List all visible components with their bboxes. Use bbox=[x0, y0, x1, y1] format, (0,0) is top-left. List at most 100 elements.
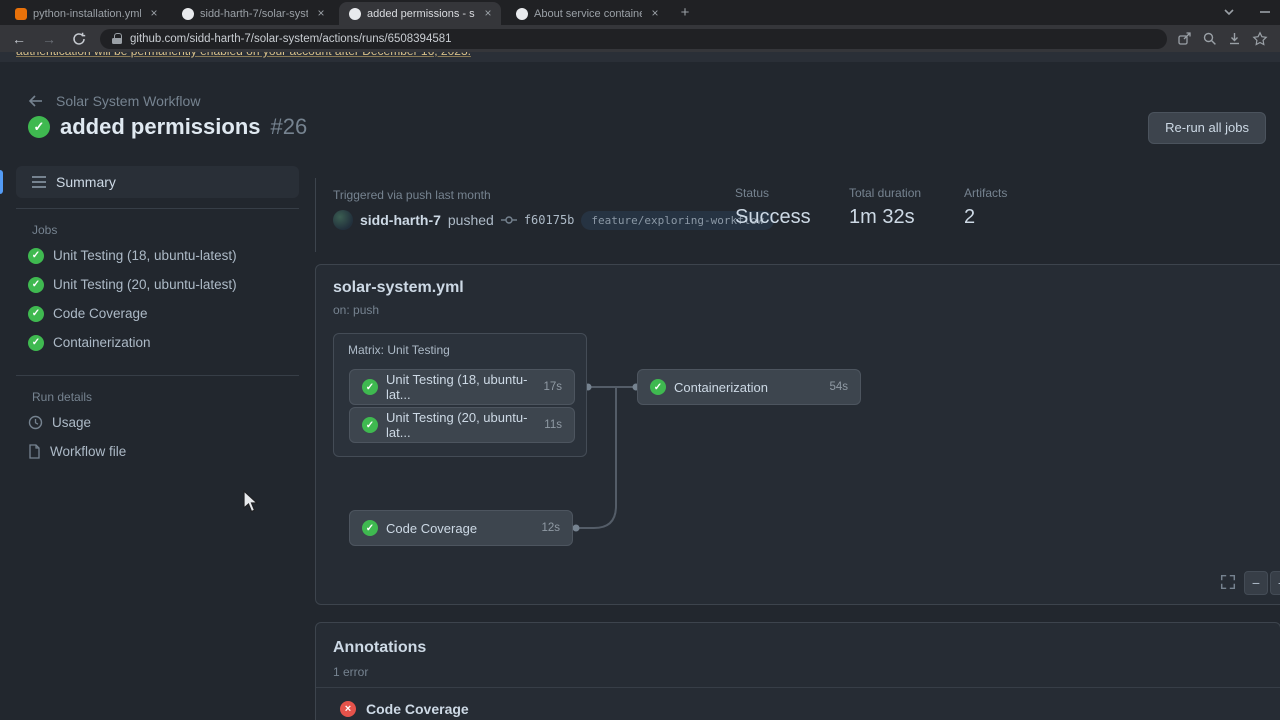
selected-accent-bar bbox=[0, 170, 3, 194]
github-favicon-icon bbox=[516, 8, 528, 20]
actor-avatar[interactable] bbox=[333, 210, 353, 230]
graph-node-unit-20[interactable]: Unit Testing (20, ubuntu-lat... 11s bbox=[349, 407, 575, 443]
usage-label: Usage bbox=[52, 415, 91, 430]
success-icon bbox=[28, 248, 44, 264]
chevron-down-icon[interactable] bbox=[1222, 4, 1236, 20]
back-arrow-icon[interactable] bbox=[28, 94, 44, 108]
file-icon bbox=[28, 444, 41, 459]
browser-tab-2[interactable]: sidd-harth-7/solar-system at fe bbox=[172, 2, 334, 25]
sidebar-item-summary[interactable]: Summary bbox=[16, 166, 299, 198]
status-value: Success bbox=[735, 206, 811, 229]
rerun-all-jobs-button[interactable]: Re-run all jobs bbox=[1148, 112, 1266, 144]
graph-node-containerization[interactable]: Containerization 54s bbox=[637, 369, 861, 405]
tab-strip: python-installation.yml - lab2 G sidd-ha… bbox=[0, 0, 1280, 25]
sidebar-item-job-code-coverage[interactable]: Code Coverage bbox=[16, 299, 299, 328]
annotations-divider bbox=[316, 687, 1280, 688]
node-duration: 12s bbox=[541, 522, 560, 534]
sidebar-item-job-containerization[interactable]: Containerization bbox=[16, 328, 299, 357]
run-details-heading: Run details bbox=[32, 390, 299, 404]
browser-tab-1[interactable]: python-installation.yml - lab2 G bbox=[5, 2, 167, 25]
lock-icon bbox=[112, 33, 122, 44]
sidebar-item-job-unit-20[interactable]: Unit Testing (20, ubuntu-latest) bbox=[16, 270, 299, 299]
duration-column: Total duration 1m 32s bbox=[849, 186, 921, 229]
tab-close-icon[interactable] bbox=[481, 7, 495, 21]
forward-button[interactable] bbox=[38, 28, 60, 50]
status-column: Status Success bbox=[735, 186, 811, 229]
workflow-file-label: Workflow file bbox=[50, 444, 126, 459]
job-label: Unit Testing (18, ubuntu-latest) bbox=[53, 248, 237, 263]
success-icon bbox=[28, 306, 44, 322]
window-controls bbox=[1222, 4, 1272, 20]
run-title-bar: added permissions #26 bbox=[28, 114, 307, 140]
node-duration: 17s bbox=[543, 381, 562, 393]
commit-sha-link[interactable]: f60175b bbox=[524, 213, 575, 227]
zoom-out-button[interactable] bbox=[1244, 571, 1268, 595]
run-summary-header: Triggered via push last month sidd-harth… bbox=[315, 178, 1280, 252]
notification-banner: authentication will be permanently enabl… bbox=[0, 52, 1280, 62]
artifacts-label: Artifacts bbox=[964, 186, 1007, 200]
success-icon bbox=[362, 379, 378, 395]
zoom-in-button[interactable] bbox=[1270, 571, 1280, 595]
tab-close-icon[interactable] bbox=[147, 7, 161, 21]
run-title: added permissions bbox=[60, 114, 261, 140]
run-number: #26 bbox=[271, 114, 308, 140]
node-label: Containerization bbox=[674, 380, 768, 395]
new-tab-button[interactable] bbox=[674, 2, 696, 24]
trigger-text: Triggered via push last month bbox=[333, 188, 491, 202]
matrix-label: Matrix: Unit Testing bbox=[348, 343, 450, 357]
reload-button[interactable] bbox=[68, 28, 90, 50]
summary-label: Summary bbox=[56, 174, 116, 190]
reload-icon bbox=[72, 32, 86, 46]
run-sidebar: Summary Jobs Unit Testing (18, ubuntu-la… bbox=[16, 166, 299, 466]
url-text[interactable]: github.com/sidd-harth-7/solar-system/act… bbox=[130, 33, 452, 45]
browser-toolbar: github.com/sidd-harth-7/solar-system/act… bbox=[0, 25, 1280, 52]
tab-title: sidd-harth-7/solar-system at fe bbox=[200, 8, 308, 20]
summary-icon bbox=[32, 176, 46, 188]
tab-close-icon[interactable] bbox=[314, 7, 328, 21]
sidebar-item-workflow-file[interactable]: Workflow file bbox=[16, 437, 299, 466]
search-icon[interactable] bbox=[1202, 31, 1217, 46]
bookmark-star-icon[interactable] bbox=[1252, 31, 1268, 47]
actor-name[interactable]: sidd-harth-7 bbox=[360, 212, 441, 228]
share-icon[interactable] bbox=[1177, 31, 1192, 46]
success-icon bbox=[362, 417, 378, 433]
node-label: Code Coverage bbox=[386, 521, 477, 536]
sidebar-item-usage[interactable]: Usage bbox=[16, 408, 299, 437]
minimize-icon[interactable] bbox=[1258, 4, 1272, 20]
annotations-count: 1 error bbox=[333, 665, 368, 679]
workflow-graph-card: solar-system.yml on: push Matrix: Unit T… bbox=[315, 264, 1280, 605]
toolbar-icons bbox=[1177, 31, 1268, 47]
graph-node-code-coverage[interactable]: Code Coverage 12s bbox=[349, 510, 573, 546]
tab-close-icon[interactable] bbox=[648, 7, 662, 21]
annotations-title: Annotations bbox=[333, 639, 426, 657]
colab-favicon-icon bbox=[15, 8, 27, 20]
duration-label: Total duration bbox=[849, 186, 921, 200]
breadcrumb[interactable]: Solar System Workflow bbox=[28, 93, 200, 109]
sidebar-item-job-unit-18[interactable]: Unit Testing (18, ubuntu-latest) bbox=[16, 241, 299, 270]
graph-node-unit-18[interactable]: Unit Testing (18, ubuntu-lat... 17s bbox=[349, 369, 575, 405]
address-bar[interactable]: github.com/sidd-harth-7/solar-system/act… bbox=[100, 29, 1167, 49]
github-favicon-icon bbox=[182, 8, 194, 20]
annotations-card: Annotations 1 error Code Coverage bbox=[315, 622, 1280, 720]
annotation-item-code-coverage[interactable]: Code Coverage bbox=[340, 701, 469, 717]
clock-icon bbox=[28, 415, 43, 430]
github-page: Solar System Workflow added permissions … bbox=[0, 62, 1280, 720]
artifacts-value: 2 bbox=[964, 206, 1007, 229]
back-button[interactable] bbox=[8, 28, 30, 50]
browser-window: python-installation.yml - lab2 G sidd-ha… bbox=[0, 0, 1280, 720]
run-success-icon bbox=[28, 116, 50, 138]
tab-title: added permissions - sidd-harth bbox=[367, 8, 475, 20]
browser-tab-4[interactable]: About service containers - GitH bbox=[506, 2, 668, 25]
install-icon[interactable] bbox=[1227, 31, 1242, 46]
success-icon bbox=[28, 335, 44, 351]
workflow-name-link[interactable]: Solar System Workflow bbox=[56, 93, 200, 109]
sidebar-divider bbox=[16, 208, 299, 209]
success-icon bbox=[650, 379, 666, 395]
artifacts-column: Artifacts 2 bbox=[964, 186, 1007, 229]
annotation-label: Code Coverage bbox=[366, 701, 469, 717]
banner-text: authentication will be permanently enabl… bbox=[16, 52, 471, 58]
browser-tab-3-active[interactable]: added permissions - sidd-harth bbox=[339, 2, 501, 25]
node-label: Unit Testing (20, ubuntu-lat... bbox=[386, 410, 536, 440]
fullscreen-button[interactable] bbox=[1219, 573, 1239, 593]
success-icon bbox=[28, 277, 44, 293]
